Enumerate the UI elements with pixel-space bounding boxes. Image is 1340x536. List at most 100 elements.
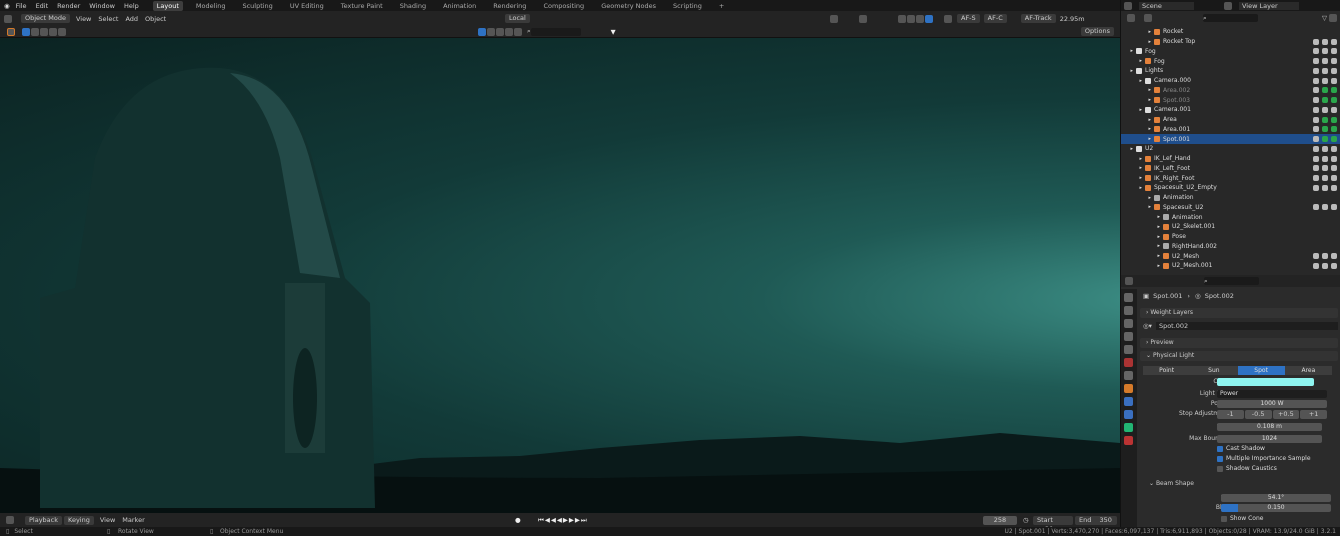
keying-menu[interactable]: Keying xyxy=(64,515,94,525)
disclosure-triangle-icon[interactable]: ▸ xyxy=(1121,48,1136,54)
preview-panel[interactable]: › Preview xyxy=(1140,338,1338,348)
properties-editor-icon[interactable] xyxy=(1125,277,1133,285)
disclosure-triangle-icon[interactable]: ▸ xyxy=(1121,185,1145,191)
select-mode-extend-icon[interactable] xyxy=(31,27,39,36)
camera-icon[interactable] xyxy=(1331,58,1337,65)
monitor-icon[interactable] xyxy=(1322,77,1328,84)
timeline-editor-icon[interactable] xyxy=(6,516,14,524)
light-type-point[interactable]: Point xyxy=(1143,366,1191,375)
eye-icon[interactable] xyxy=(1313,184,1319,191)
monitor-icon[interactable] xyxy=(1322,67,1328,74)
monitor-icon[interactable] xyxy=(1322,136,1328,143)
outliner-row[interactable]: ▸ Animation xyxy=(1121,193,1340,203)
power-field[interactable]: 1000 W xyxy=(1217,400,1327,408)
workspace-tab-compositing[interactable]: Compositing xyxy=(539,1,588,11)
outliner-row[interactable]: ▸ U2 xyxy=(1121,144,1340,154)
options-button[interactable]: Options xyxy=(1080,27,1114,36)
eye-icon[interactable] xyxy=(1313,253,1319,260)
monitor-icon[interactable] xyxy=(1322,48,1328,55)
gizmo-icon[interactable] xyxy=(859,14,867,23)
monitor-icon[interactable] xyxy=(1322,262,1328,269)
max-bounces-field[interactable]: 1024 xyxy=(1217,435,1322,443)
editor-type-icon[interactable] xyxy=(4,14,12,23)
workspace-tab-geometry-nodes[interactable]: Geometry Nodes xyxy=(597,1,660,11)
monitor-icon[interactable] xyxy=(1322,165,1328,172)
physical-light-panel[interactable]: ⌄ Physical Light xyxy=(1140,351,1338,361)
eye-icon[interactable] xyxy=(1313,262,1319,269)
workspace-tab-layout[interactable]: Layout xyxy=(152,0,183,11)
output-tab-icon[interactable] xyxy=(1124,319,1133,328)
stop-minus-half-button[interactable]: -0.5 xyxy=(1244,410,1272,419)
camera-icon[interactable] xyxy=(1331,175,1337,182)
outliner-row[interactable]: ▸ Camera.000 xyxy=(1121,76,1340,86)
disclosure-triangle-icon[interactable]: ▸ xyxy=(1121,214,1163,220)
tool-tab-icon[interactable] xyxy=(1124,293,1133,302)
playback-controls[interactable]: ⏮◀◀◀▶▶▶⏭ xyxy=(538,516,588,525)
monitor-icon[interactable] xyxy=(1322,116,1328,123)
outliner-row[interactable]: ▸ Area.002 xyxy=(1121,86,1340,96)
filter-empty-icon[interactable] xyxy=(505,27,513,36)
stop-plus-half-button[interactable]: +0.5 xyxy=(1272,410,1300,419)
outliner-row[interactable]: ▸ Spot.003 xyxy=(1121,95,1340,105)
blend-slider[interactable]: 0.150 xyxy=(1221,504,1331,512)
filter-mesh-icon[interactable] xyxy=(478,27,486,36)
camera-icon[interactable] xyxy=(1331,48,1337,55)
outliner-filter-icon[interactable] xyxy=(1144,14,1152,22)
color-swatch[interactable] xyxy=(1217,378,1314,386)
select-mode-new-icon[interactable] xyxy=(22,27,30,36)
eye-icon[interactable] xyxy=(1313,165,1319,172)
menu-edit[interactable]: Edit xyxy=(36,2,49,10)
disclosure-triangle-icon[interactable]: ▸ xyxy=(1121,107,1145,113)
timeline-view-menu[interactable]: View xyxy=(100,516,115,524)
outliner-row[interactable]: ▸ Animation xyxy=(1121,212,1340,222)
camera-icon[interactable] xyxy=(1331,38,1337,45)
cast-shadow-checkbox[interactable]: Cast Shadow xyxy=(1217,445,1265,452)
monitor-icon[interactable] xyxy=(1322,97,1328,104)
eye-icon[interactable] xyxy=(1313,97,1319,104)
outliner-row[interactable]: ▸ Camera.001 xyxy=(1121,105,1340,115)
filter-icon[interactable]: ▼ xyxy=(611,28,616,36)
workspace-tab-shading[interactable]: Shading xyxy=(396,1,430,11)
menu-add[interactable]: Add xyxy=(125,15,138,23)
camera-icon[interactable] xyxy=(1331,184,1337,191)
world-tab-icon[interactable] xyxy=(1124,358,1133,367)
filter-funnel-icon[interactable]: ▽ xyxy=(1322,14,1327,22)
outliner-row[interactable]: ▸ Fog xyxy=(1121,56,1340,66)
light-datablock-icon[interactable]: ◎▾ xyxy=(1143,322,1152,330)
shading-wireframe-icon[interactable] xyxy=(898,14,906,23)
outliner-row[interactable]: ▸ Fog xyxy=(1121,47,1340,57)
menu-view[interactable]: View xyxy=(76,15,91,23)
collection-tab-icon[interactable] xyxy=(1124,371,1133,380)
outliner-search-input[interactable]: ⌕ xyxy=(1203,14,1258,22)
stop-minus-1-button[interactable]: -1 xyxy=(1217,410,1244,419)
camera-icon[interactable] xyxy=(1331,145,1337,152)
af-c-button[interactable]: AF-C xyxy=(983,14,1007,23)
outliner-row[interactable]: ▸ Rocket xyxy=(1121,27,1340,37)
light-data-tab-icon[interactable] xyxy=(1124,423,1133,432)
select-mode-subtract-icon[interactable] xyxy=(40,27,48,36)
monitor-icon[interactable] xyxy=(1322,58,1328,65)
disclosure-triangle-icon[interactable]: ▸ xyxy=(1121,68,1136,74)
weight-layers-panel[interactable]: › Weight Layers xyxy=(1140,308,1338,318)
disclosure-triangle-icon[interactable]: ▸ xyxy=(1121,136,1154,142)
camera-icon[interactable] xyxy=(1331,165,1337,172)
eye-icon[interactable] xyxy=(1313,155,1319,162)
filter-camera-icon[interactable] xyxy=(496,27,504,36)
monitor-icon[interactable] xyxy=(1322,87,1328,94)
camera-icon[interactable] xyxy=(1331,204,1337,211)
scene-name-field[interactable]: Scene xyxy=(1139,1,1194,10)
outliner-row[interactable]: ▸ Area.001 xyxy=(1121,125,1340,135)
mode-select[interactable]: Object Mode xyxy=(21,14,70,23)
display-mode-icon[interactable] xyxy=(1127,14,1135,22)
select-tool-icon[interactable] xyxy=(7,27,15,36)
camera-icon[interactable] xyxy=(1331,155,1337,162)
af-track-button[interactable]: AF-Track xyxy=(1020,14,1056,23)
workspace-tab-sculpting[interactable]: Sculpting xyxy=(238,1,276,11)
eye-icon[interactable] xyxy=(1313,126,1319,133)
disclosure-triangle-icon[interactable]: ▸ xyxy=(1121,78,1145,84)
disclosure-triangle-icon[interactable]: ▸ xyxy=(1121,243,1163,249)
camera-icon[interactable] xyxy=(1331,77,1337,84)
workspace-tab-scripting[interactable]: Scripting xyxy=(669,1,706,11)
shading-rendered-icon[interactable] xyxy=(925,14,933,23)
3d-viewport[interactable] xyxy=(0,38,1120,513)
